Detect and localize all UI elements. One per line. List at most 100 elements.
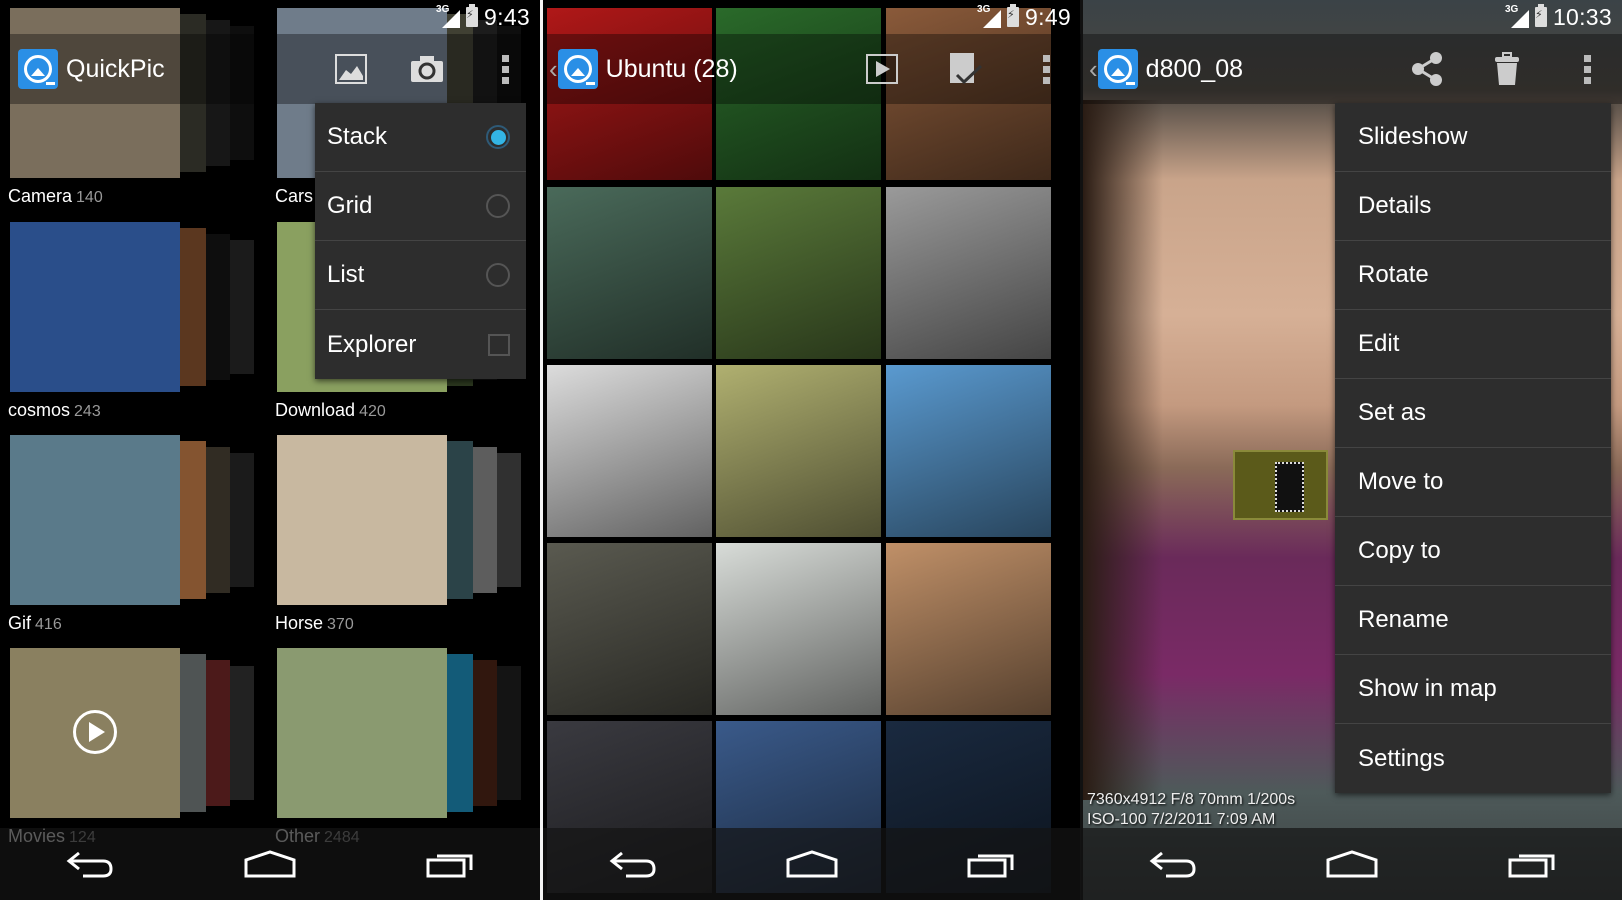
battery-icon (1007, 4, 1020, 27)
menu-item-show-in-map[interactable]: Show in map (1335, 655, 1611, 724)
quickpic-logo-icon[interactable] (1097, 49, 1138, 89)
signal-icon: 3G (436, 4, 461, 28)
back-nav-icon[interactable] (593, 839, 673, 889)
stack-layer (180, 228, 206, 386)
menu-item-settings[interactable]: Settings (1335, 724, 1611, 793)
album-thumbnail (277, 435, 447, 605)
quickpic-logo-icon[interactable] (557, 49, 598, 89)
menu-item-rename[interactable]: Rename (1335, 586, 1611, 655)
photo-thumbnail[interactable] (547, 543, 712, 715)
album-caption: Download 420 (275, 400, 386, 421)
overflow-menu-icon[interactable] (470, 34, 540, 104)
album-name: Download (275, 400, 356, 420)
folder-screen: 3G 9:49 ‹ Ubuntu (28) (543, 0, 1081, 900)
stack-layer (230, 453, 254, 587)
photo-options-menu: Slideshow Details Rotate Edit Set as Move to C… (1335, 103, 1611, 793)
stack-layer (447, 441, 473, 599)
back-chevron-icon[interactable]: ‹ (1089, 54, 1098, 85)
quickpic-logo-icon[interactable] (18, 49, 58, 89)
album-count: 416 (35, 616, 62, 633)
back-nav-icon[interactable] (50, 839, 130, 889)
app-title: QuickPic (66, 54, 165, 83)
menu-item-details[interactable]: Details (1335, 172, 1611, 241)
viewer-screen: 3G 10:33 ‹ d800_08 SlideshowDetailsRotat… (1083, 0, 1622, 900)
overflow-menu-icon[interactable] (1552, 34, 1622, 104)
album-count: 140 (76, 189, 103, 206)
slideshow-icon[interactable] (847, 34, 917, 104)
status-bar: 3G 9:43 (0, 0, 540, 34)
view-mode-explorer[interactable]: Explorer (315, 310, 526, 379)
status-time: 9:49 (1025, 3, 1071, 30)
album-stack[interactable]: Gif 416 (0, 435, 260, 633)
recents-nav-icon[interactable] (951, 839, 1031, 889)
menu-item-move-to[interactable]: Move to (1335, 448, 1611, 517)
gallery-icon[interactable] (316, 34, 386, 104)
menu-item-label: Explorer (327, 330, 417, 358)
photo-thumbnail[interactable] (716, 365, 881, 537)
view-mode-menu: Stack Grid List Explorer (315, 103, 526, 379)
menu-item-rotate[interactable]: Rotate (1335, 241, 1611, 310)
back-nav-icon[interactable] (1133, 839, 1213, 889)
checkbox[interactable] (488, 333, 510, 356)
album-name: Cars (275, 186, 314, 206)
action-bar: ‹ d800_08 (1083, 34, 1622, 104)
radio-unselected[interactable] (486, 194, 510, 218)
album-stack[interactable]: Horse 370 (267, 435, 527, 633)
photo-thumbnail[interactable] (547, 365, 712, 537)
status-time: 10:33 (1552, 3, 1612, 30)
album-count: 243 (74, 403, 101, 420)
recents-nav-icon[interactable] (1492, 839, 1572, 889)
nav-bar (0, 828, 540, 900)
signal-icon: 3G (1505, 4, 1529, 28)
album-stack[interactable]: cosmos 243 (0, 222, 260, 420)
photo-thumbnail[interactable] (886, 187, 1051, 359)
menu-item-copy-to[interactable]: Copy to (1335, 517, 1611, 586)
album-stack[interactable]: Other2484 (267, 648, 527, 846)
select-icon[interactable] (931, 34, 1001, 104)
album-stack[interactable]: Movies124 (0, 648, 260, 846)
menu-item-edit[interactable]: Edit (1335, 310, 1611, 379)
exif-info: 7360x4912 F/8 70mm 1/200s ISO-100 7/2/20… (1087, 790, 1295, 830)
stack-layer (230, 240, 254, 374)
photo-thumbnail[interactable] (886, 365, 1051, 537)
album-caption: cosmos 243 (8, 400, 101, 421)
album-name: Gif (8, 613, 32, 633)
home-nav-icon[interactable] (1312, 839, 1392, 889)
photo-thumbnail[interactable] (547, 187, 712, 359)
view-mode-list[interactable]: List (315, 241, 526, 310)
status-time: 9:43 (484, 3, 530, 30)
home-nav-icon[interactable] (772, 839, 852, 889)
stack-layer (497, 666, 521, 800)
exif-line-1: 7360x4912 F/8 70mm 1/200s (1087, 791, 1296, 808)
status-bar: 3G 10:33 (1083, 0, 1622, 34)
play-icon[interactable] (73, 710, 117, 754)
overflow-menu-icon[interactable] (1011, 34, 1081, 104)
album-count: 370 (327, 616, 354, 633)
recents-nav-icon[interactable] (410, 839, 490, 889)
view-mode-stack[interactable]: Stack (315, 103, 526, 172)
home-nav-icon[interactable] (230, 839, 310, 889)
menu-item-set-as[interactable]: Set as (1335, 379, 1611, 448)
stack-layer (180, 654, 206, 812)
album-caption: Cars (275, 186, 317, 207)
menu-item-label: Grid (327, 192, 373, 219)
photo-thumbnail[interactable] (716, 543, 881, 715)
nav-bar (1083, 828, 1622, 900)
view-mode-grid[interactable]: Grid (315, 172, 526, 241)
album-thumbnail (10, 222, 180, 392)
camera-icon[interactable] (392, 34, 462, 104)
photo-thumbnail[interactable] (716, 187, 881, 359)
share-icon[interactable] (1392, 34, 1462, 104)
menu-item-slideshow[interactable]: Slideshow (1335, 103, 1611, 172)
battery-icon (466, 4, 479, 27)
photo-thumbnail[interactable] (886, 543, 1051, 715)
delete-icon[interactable] (1472, 34, 1542, 104)
radio-unselected[interactable] (486, 263, 510, 287)
back-chevron-icon[interactable]: ‹ (549, 54, 558, 85)
radio-selected[interactable] (486, 125, 510, 149)
nav-bar (543, 828, 1081, 900)
stack-layer (473, 447, 497, 593)
menu-item-label: List (327, 261, 365, 288)
menu-item-label: Stack (327, 123, 388, 150)
album-caption: Gif 416 (8, 613, 62, 634)
